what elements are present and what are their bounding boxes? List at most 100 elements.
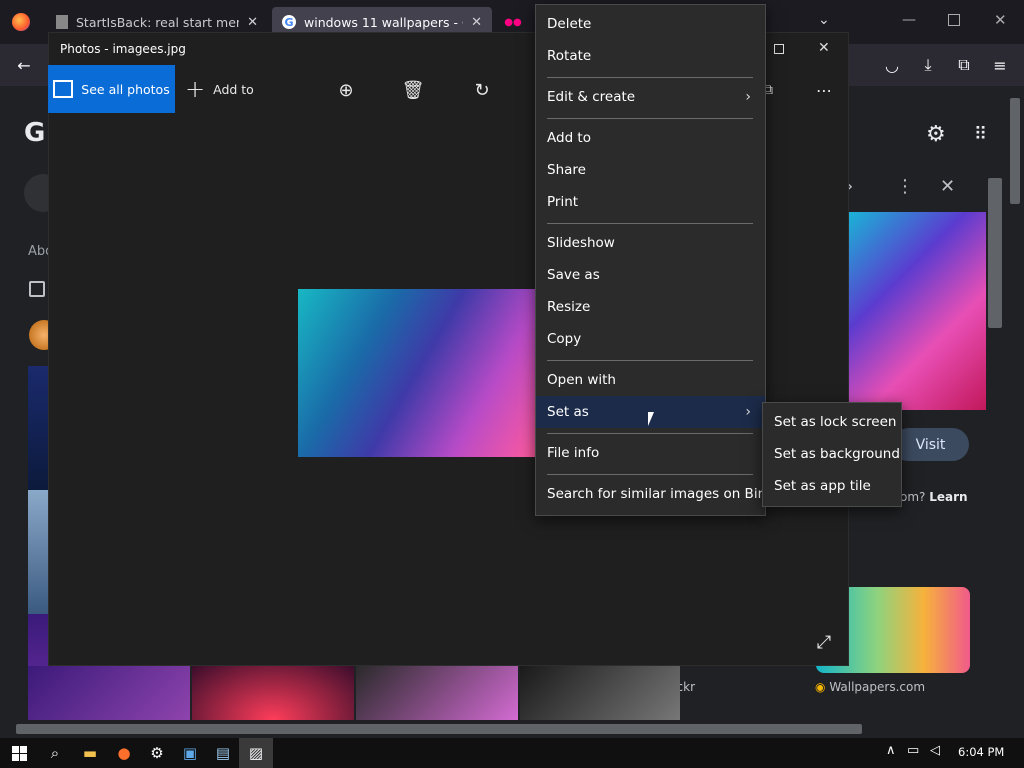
- back-icon[interactable]: ←: [12, 53, 36, 77]
- mouse-cursor-icon: [648, 412, 654, 426]
- menu-item-slideshow[interactable]: Slideshow: [536, 227, 765, 259]
- terminal-icon[interactable]: ▣: [173, 738, 207, 768]
- preview-image[interactable]: [849, 212, 986, 410]
- h-scroll-thumb[interactable]: [16, 724, 862, 734]
- grid-thumb-1[interactable]: [28, 666, 190, 720]
- file-explorer-icon[interactable]: ▬: [73, 738, 107, 768]
- menu-label: Copy: [547, 331, 582, 347]
- minimize-icon[interactable]: —: [902, 12, 916, 28]
- photos-title: Photos - imagees.jpg: [60, 42, 186, 56]
- search-icon[interactable]: ⌕: [38, 738, 72, 768]
- menu-label: Save as: [547, 267, 600, 283]
- tab-title: windows 11 wallpapers - Googl: [304, 14, 463, 30]
- menu-icon[interactable]: ≡: [988, 53, 1012, 77]
- menu-item-search-bing[interactable]: Search for similar images on Bing: [536, 478, 775, 510]
- add-to-label: Add to: [213, 81, 254, 97]
- google-logo: G: [24, 118, 46, 148]
- image-icon: [29, 281, 45, 297]
- menu-item-file-info[interactable]: File info: [536, 437, 765, 469]
- control-panel-icon[interactable]: ▤: [206, 738, 240, 768]
- grid-thumb-2[interactable]: [192, 666, 354, 720]
- inner-scrollbar-thumb[interactable]: [988, 178, 1002, 328]
- menu-label: Add to: [547, 130, 591, 146]
- scroll-thumb[interactable]: [1010, 98, 1020, 204]
- windows-start-icon[interactable]: [2, 738, 36, 768]
- zoom-icon[interactable]: ⊕: [334, 78, 358, 102]
- thumb-left-1[interactable]: [28, 366, 48, 490]
- wallpapers-source[interactable]: ◉ Wallpapers.com: [815, 680, 925, 694]
- more-options-icon[interactable]: ⋮: [896, 176, 914, 197]
- see-all-label: See all photos: [81, 81, 170, 97]
- menu-label: Set as background: [774, 446, 900, 462]
- firefox-icon[interactable]: [12, 13, 30, 31]
- taskbar-clock[interactable]: 6:04 PM: [958, 745, 1004, 759]
- menu-item-add-to[interactable]: Add to: [536, 122, 765, 154]
- settings-gear-icon[interactable]: ⚙: [926, 122, 946, 147]
- flickr-icon: ●●: [504, 16, 522, 28]
- menu-label: Share: [547, 162, 586, 178]
- close-preview-icon[interactable]: ✕: [940, 176, 955, 197]
- menu-item-delete[interactable]: Delete: [536, 8, 765, 40]
- source-label: Wallpapers.com: [829, 680, 926, 694]
- learn-prefix: om?: [900, 490, 926, 504]
- site-icon: ◉: [815, 680, 826, 694]
- maximize-icon[interactable]: [948, 14, 960, 26]
- fullscreen-icon[interactable]: ⤢: [812, 630, 836, 654]
- more-icon[interactable]: ⋯: [812, 80, 836, 100]
- tab-title: StartIsBack: real start menu for: [76, 14, 239, 30]
- grid-thumb-4[interactable]: [520, 666, 680, 720]
- menu-label: Resize: [547, 299, 591, 315]
- see-all-photos-button[interactable]: See all photos: [48, 65, 175, 113]
- learn-more[interactable]: om? Learn: [900, 490, 968, 504]
- menu-separator: [547, 118, 753, 119]
- close-window-icon[interactable]: ✕: [994, 11, 1007, 29]
- plus-icon: +: [185, 75, 206, 103]
- menu-separator: [547, 433, 753, 434]
- extensions-icon[interactable]: ⧉: [952, 53, 976, 77]
- visit-button[interactable]: Visit: [892, 428, 969, 461]
- download-icon[interactable]: ⤓: [916, 53, 940, 77]
- apps-grid-icon[interactable]: ⠿: [974, 124, 987, 145]
- menu-item-rotate[interactable]: Rotate: [536, 40, 765, 72]
- list-tabs-icon[interactable]: ⌄: [818, 12, 830, 28]
- menu-item-edit-create[interactable]: Edit & create ›: [536, 81, 765, 113]
- close-tab-icon[interactable]: ✕: [247, 15, 258, 30]
- menu-label: Search for similar images on Bing: [547, 486, 775, 502]
- menu-item-set-background[interactable]: Set as background: [763, 438, 901, 470]
- rotate-icon[interactable]: ↻: [470, 78, 494, 102]
- delete-icon[interactable]: 🗑: [401, 78, 425, 102]
- learn-link[interactable]: Learn: [929, 490, 967, 504]
- menu-label: Print: [547, 194, 579, 210]
- photos-taskbar-icon[interactable]: ▨: [239, 738, 273, 768]
- maximize-icon[interactable]: [774, 44, 784, 54]
- menu-item-resize[interactable]: Resize: [536, 291, 765, 323]
- menu-separator: [547, 474, 753, 475]
- menu-item-set-lock-screen[interactable]: Set as lock screen: [763, 406, 901, 438]
- menu-item-print[interactable]: Print: [536, 186, 765, 218]
- menu-separator: [547, 77, 753, 78]
- menu-item-set-app-tile[interactable]: Set as app tile: [763, 470, 901, 502]
- menu-label: File info: [547, 445, 600, 461]
- add-to-button[interactable]: + Add to: [185, 72, 254, 106]
- close-tab-icon[interactable]: ✕: [471, 15, 482, 30]
- thumb-left-2[interactable]: [28, 490, 48, 614]
- menu-label: Set as lock screen: [774, 414, 897, 430]
- chevron-right-icon: ›: [745, 89, 751, 105]
- network-icon[interactable]: ▭: [907, 743, 919, 758]
- settings-icon[interactable]: ⚙: [140, 738, 174, 768]
- page-icon: [56, 15, 68, 29]
- context-menu: Delete Rotate Edit & create › Add to Shar…: [535, 4, 775, 516]
- menu-item-share[interactable]: Share: [536, 154, 765, 186]
- photos-icon: [53, 80, 74, 98]
- chevron-right-icon: ›: [745, 404, 751, 420]
- menu-item-open-with[interactable]: Open with: [536, 364, 765, 396]
- pocket-icon[interactable]: ◡: [880, 53, 904, 77]
- close-icon[interactable]: ✕: [818, 40, 830, 56]
- grid-thumb-3[interactable]: [356, 666, 518, 720]
- menu-item-save-as[interactable]: Save as: [536, 259, 765, 291]
- menu-item-copy[interactable]: Copy: [536, 323, 765, 355]
- menu-separator: [547, 360, 753, 361]
- firefox-taskbar-icon[interactable]: ●: [107, 738, 141, 768]
- volume-icon[interactable]: ◁: [930, 743, 940, 758]
- tray-chevron-icon[interactable]: ∧: [886, 743, 896, 758]
